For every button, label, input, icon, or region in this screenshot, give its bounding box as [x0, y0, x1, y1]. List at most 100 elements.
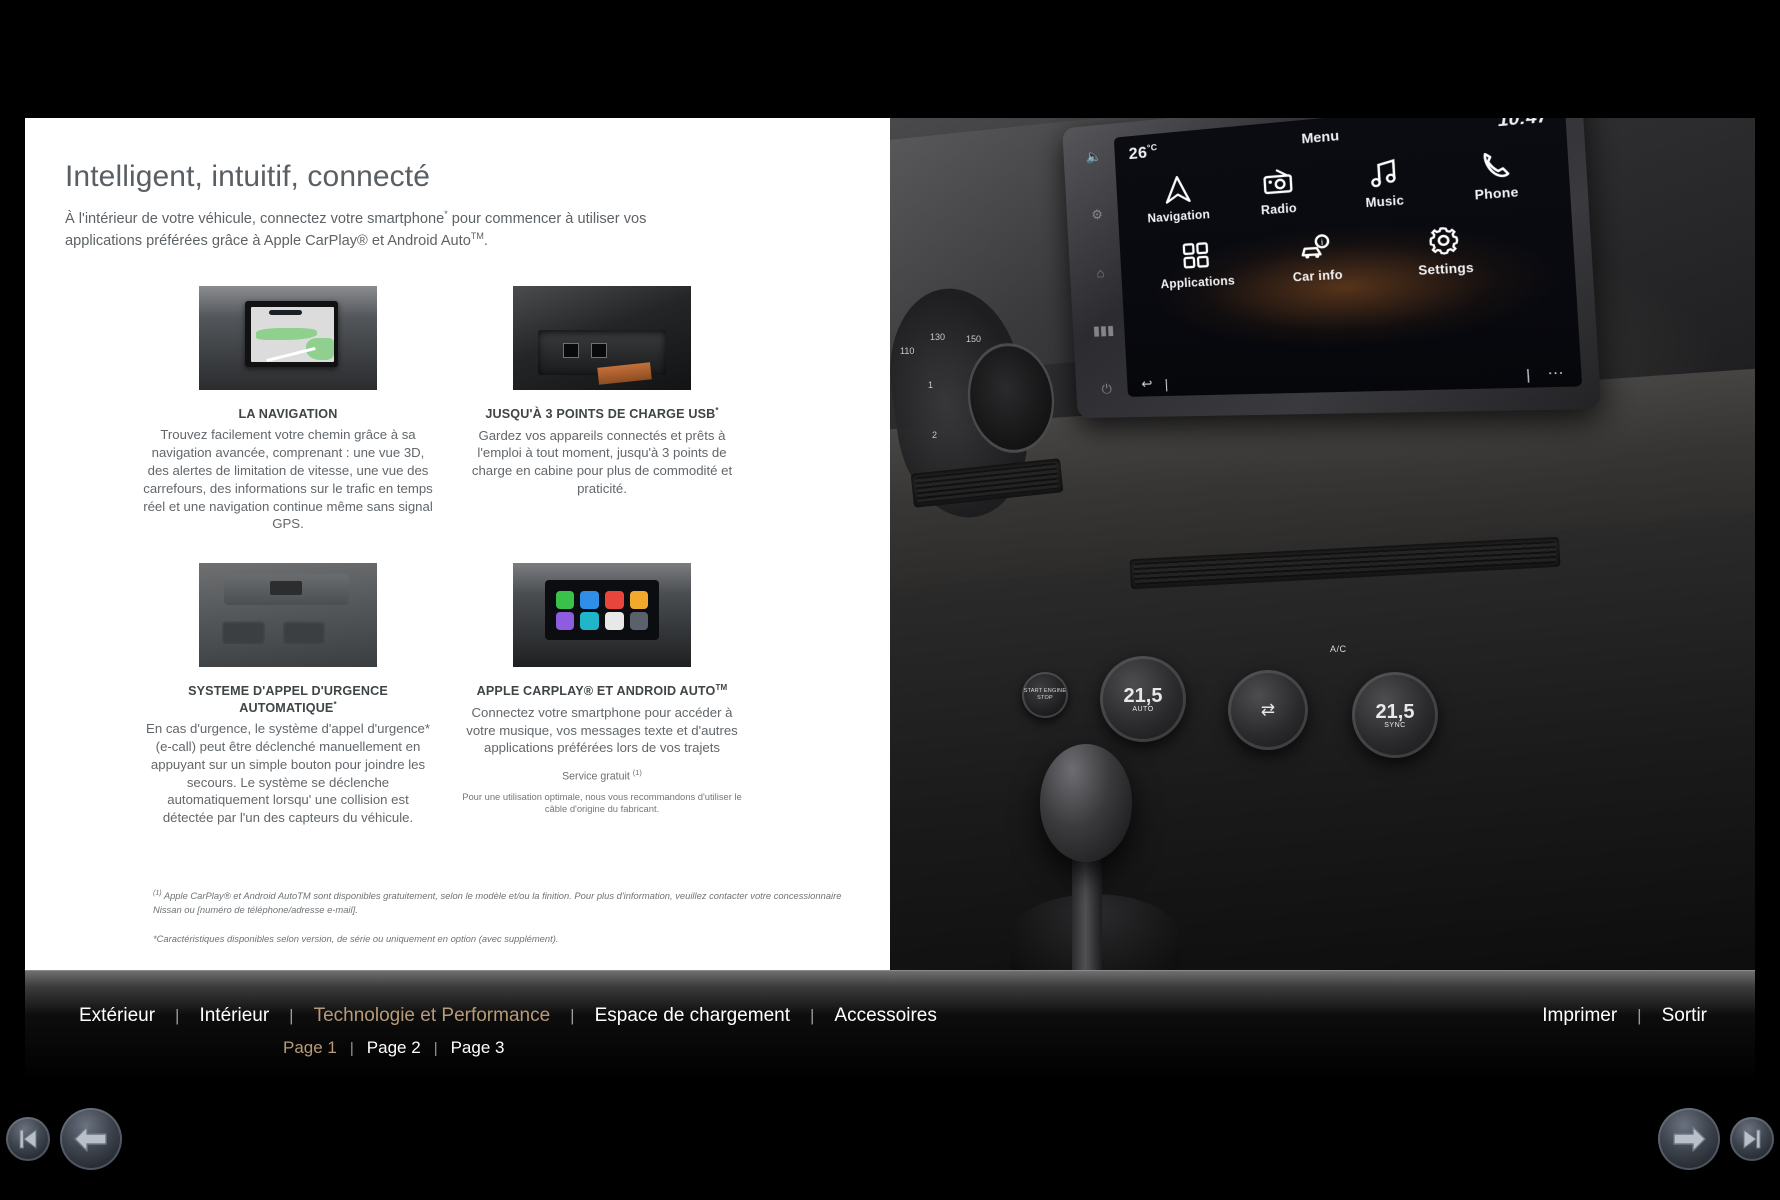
brochure-page-right: 110 130 150 1 2 🔈 ⚙ ⌂ ▮▮▮ ⏻ 26°C Menu 10…	[890, 118, 1755, 970]
divider-icon: |	[1525, 365, 1531, 383]
tile-navigation[interactable]: Navigation	[1128, 165, 1229, 227]
nav-section-espace-de-chargement[interactable]: Espace de chargement	[595, 1005, 790, 1027]
apps-grid-icon	[1137, 231, 1256, 279]
last-page-icon	[1743, 1129, 1761, 1149]
feature-body-navigation: Trouvez facilement votre chemin grâce à …	[143, 427, 433, 532]
gear-shifter-knob[interactable]	[1040, 744, 1132, 862]
feature-grid: LA NAVIGATION Trouvez facilement votre c…	[143, 286, 763, 827]
cluster-tick-110: 110	[900, 346, 915, 356]
nav-separator: |	[570, 1006, 575, 1025]
outside-temperature: 26°C	[1128, 142, 1158, 164]
navigation-arrows-left	[6, 1108, 122, 1170]
navbar-actions: Imprimer | Sortir	[1542, 1005, 1707, 1027]
next-page-button[interactable]	[1658, 1108, 1720, 1170]
nav-section-accessoires[interactable]: Accessoires	[834, 1005, 936, 1027]
nav-section-interieur[interactable]: Intérieur	[199, 1005, 269, 1027]
feature-body-ecall: En cas d'urgence, le système d'appel d'u…	[146, 721, 430, 826]
tile-applications[interactable]: Applications	[1137, 231, 1257, 293]
previous-page-button[interactable]	[60, 1108, 122, 1170]
nav-separator: |	[1637, 1006, 1642, 1025]
footnote-1: (1) Apple CarPlay® et Android AutoTM son…	[153, 889, 853, 916]
feature-title-carplay: APPLE CARPLAY® ET ANDROID AUTOTM	[457, 683, 747, 700]
feature-subnote-text: Service gratuit	[562, 770, 633, 783]
power-icon[interactable]: ⏻	[1101, 381, 1112, 396]
navigation-screen-photo	[199, 286, 377, 390]
feature-title-text: JUSQU'À 3 POINTS DE CHARGE USB	[485, 407, 716, 422]
tile-music[interactable]: Music	[1328, 147, 1440, 213]
feature-title-text: APPLE CARPLAY® ET ANDROID AUTO	[476, 684, 716, 699]
vehicle-settings-icon[interactable]: ⚙	[1091, 206, 1103, 222]
feature-title-navigation: LA NAVIGATION	[143, 406, 433, 422]
nav-page-3[interactable]: Page 3	[451, 1038, 505, 1058]
feature-title-usb: JUSQU'À 3 POINTS DE CHARGE USB*	[457, 406, 747, 423]
feature-title-ecall: SYSTEME D'APPEL D'URGENCE AUTOMATIQUE*	[143, 683, 433, 716]
tile-settings[interactable]: Settings	[1378, 214, 1514, 280]
tile-radio[interactable]: Radio	[1225, 156, 1331, 220]
airflow-icon: ⇄	[1260, 700, 1276, 719]
footnote-2: *Caractéristiques disponibles selon vers…	[153, 933, 559, 945]
first-page-icon	[19, 1129, 37, 1149]
climate-left-temperature: 21,5	[1123, 684, 1163, 707]
page-intro: À l'intérieur de votre véhicule, connect…	[65, 208, 725, 251]
feature-body-usb: Gardez vos appareils connectés et prêts …	[471, 427, 733, 496]
apps-dots-icon[interactable]: ▮▮▮	[1093, 322, 1115, 338]
cluster-tick-150: 150	[966, 334, 982, 344]
home-icon[interactable]: ⌂	[1096, 264, 1105, 280]
gear-shifter-stick	[1072, 850, 1102, 970]
climate-right-temperature: 21,5	[1375, 700, 1415, 723]
nav-section-exterieur[interactable]: Extérieur	[79, 1005, 155, 1027]
tile-car-info[interactable]: i Car info	[1254, 223, 1381, 287]
back-arrow-icon[interactable]: ↩	[1141, 376, 1153, 393]
temperature-unit: °C	[1146, 141, 1158, 153]
exit-button[interactable]: Sortir	[1662, 1005, 1707, 1027]
tile-phone[interactable]: Phone	[1437, 137, 1556, 205]
feature-cable-note: Pour une utilisation optimale, nous vous…	[462, 790, 742, 814]
feature-card-ecall: SYSTEME D'APPEL D'URGENCE AUTOMATIQUE* E…	[143, 563, 433, 827]
first-page-button[interactable]	[6, 1117, 50, 1161]
climate-right-mode: SYNC	[1384, 721, 1406, 729]
feature-title-text: SYSTEME D'APPEL D'URGENCE AUTOMATIQUE	[188, 684, 388, 715]
nav-separator: |	[433, 1039, 438, 1057]
feature-row-2: SYSTEME D'APPEL D'URGENCE AUTOMATIQUE* E…	[143, 563, 763, 827]
car-info-icon: i	[1254, 223, 1381, 273]
nav-page-1[interactable]: Page 1	[283, 1038, 337, 1058]
feature-title-sup: *	[715, 406, 719, 415]
last-page-button[interactable]	[1730, 1117, 1774, 1161]
more-dots-icon[interactable]: ⋯	[1547, 364, 1564, 383]
feature-title-sup: *	[333, 699, 337, 709]
print-button[interactable]: Imprimer	[1542, 1005, 1617, 1027]
phone-icon	[1437, 137, 1555, 191]
infotainment-unit: 🔈 ⚙ ⌂ ▮▮▮ ⏻ 26°C Menu 10:47 Navigation R…	[1062, 118, 1602, 419]
divider-icon: |	[1164, 375, 1169, 392]
feature-card-navigation: LA NAVIGATION Trouvez facilement votre c…	[143, 286, 433, 533]
brochure-navbar: Extérieur | Intérieur | Technologie et P…	[25, 970, 1755, 1082]
intro-text-part1: À l'intérieur de votre véhicule, connect…	[65, 210, 445, 227]
cluster-tick-1: 1	[928, 380, 934, 390]
music-note-icon	[1328, 147, 1439, 199]
infotainment-tile-row-2: Applications i Car info Settings	[1131, 211, 1560, 293]
next-page-icon	[1673, 1126, 1706, 1152]
nav-page-2[interactable]: Page 2	[367, 1038, 421, 1058]
intro-period: .	[483, 232, 488, 249]
footnote-1-text: Apple CarPlay® et Android AutoTM sont di…	[153, 890, 842, 915]
feature-title-text: LA NAVIGATION	[238, 407, 338, 421]
previous-page-icon	[74, 1126, 107, 1152]
nav-section-technologie-et-performance[interactable]: Technologie et Performance	[314, 1005, 551, 1027]
feature-card-carplay: APPLE CARPLAY® ET ANDROID AUTOTM Connect…	[457, 563, 747, 827]
nav-separator: |	[289, 1006, 294, 1025]
feature-card-usb: JUSQU'À 3 POINTS DE CHARGE USB* Gardez v…	[457, 286, 747, 533]
start-engine-button[interactable]: START ENGINE STOP	[1022, 672, 1068, 718]
gear-icon	[1378, 214, 1513, 266]
infotainment-clock: 10:47	[1497, 118, 1549, 132]
climate-knob-left[interactable]: 21,5 AUTO	[1100, 656, 1186, 742]
infotainment-screen[interactable]: 26°C Menu 10:47 Navigation Radio Music P…	[1113, 118, 1583, 397]
radio-icon	[1225, 156, 1330, 206]
car-interior-photo: 110 130 150 1 2 🔈 ⚙ ⌂ ▮▮▮ ⏻ 26°C Menu 10…	[890, 118, 1755, 970]
feature-subnote-carplay: Service gratuit (1)	[457, 768, 747, 783]
cluster-tick-130: 130	[930, 332, 946, 342]
climate-knob-center[interactable]: ⇄	[1228, 670, 1308, 750]
climate-knob-right[interactable]: 21,5 SYNC	[1352, 672, 1438, 758]
climate-left-mode: AUTO	[1132, 705, 1154, 713]
mute-speaker-icon[interactable]: 🔈	[1086, 148, 1103, 164]
nav-separator: |	[175, 1006, 180, 1025]
